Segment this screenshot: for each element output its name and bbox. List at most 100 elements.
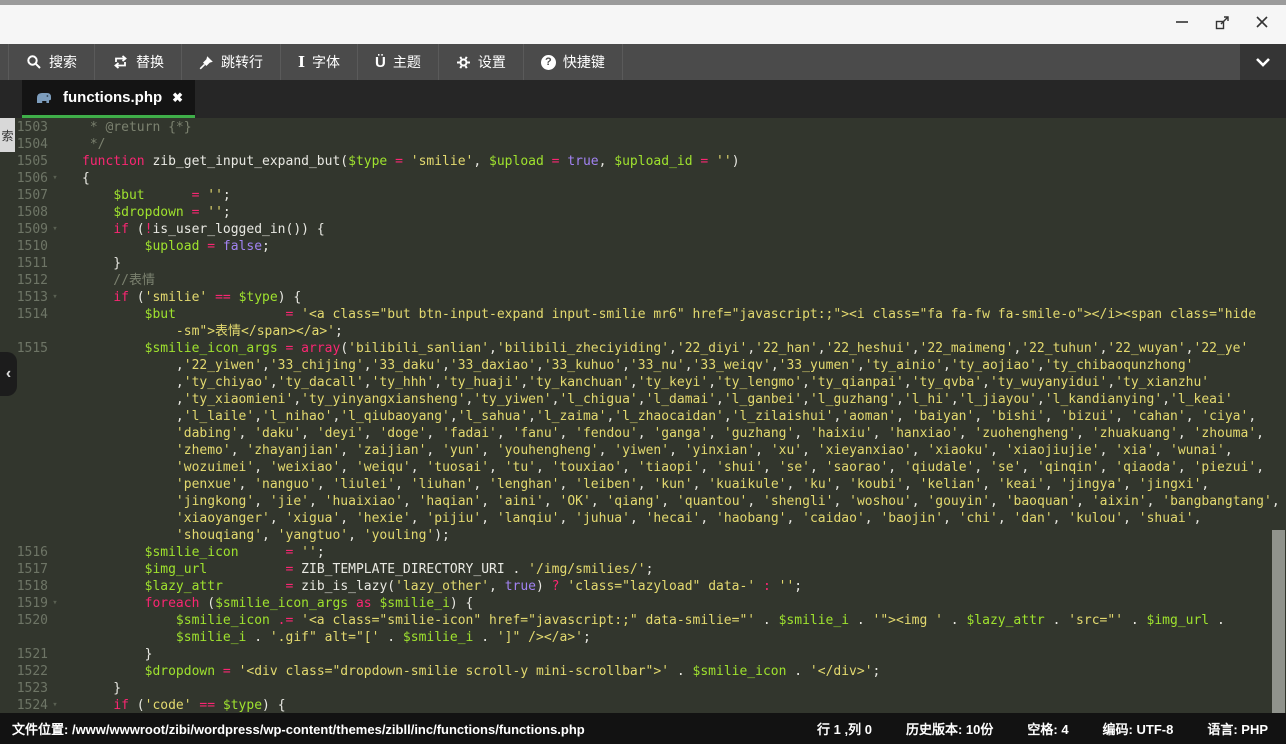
code-token: 'yinxian' <box>685 443 755 458</box>
font-button[interactable]: I 字体 <box>281 44 358 80</box>
code-editor[interactable]: 1503 * @return {*}1504 */1505function zi… <box>0 118 1286 713</box>
line-number[interactable]: 1516 <box>0 544 48 561</box>
collapsed-panel-tab[interactable]: 索 <box>0 118 15 152</box>
line-number[interactable]: 1520 <box>0 612 48 629</box>
line-number[interactable]: 1524 <box>0 697 48 713</box>
line-number[interactable]: 1514 <box>0 306 48 323</box>
minimize-button[interactable] <box>1174 14 1190 30</box>
fold-icon[interactable]: ▾ <box>48 697 62 713</box>
code-token: '' <box>207 188 223 203</box>
line-number[interactable] <box>0 476 48 493</box>
code-line: 'penxue', 'nanguo', 'liulei', 'liuhan', … <box>0 476 1286 493</box>
toolbar-overflow-button[interactable] <box>1240 44 1286 80</box>
code-line: 'wozuimei', 'weixiao', 'weiqu', 'tuosai'… <box>0 459 1286 476</box>
line-number[interactable]: 1508 <box>0 204 48 221</box>
code-token: 'ty_yinyangxiansheng' <box>301 392 465 407</box>
line-number[interactable]: 1511 <box>0 255 48 272</box>
line-number[interactable]: 1505 <box>0 153 48 170</box>
maximize-button[interactable] <box>1214 14 1230 30</box>
history-versions[interactable]: 历史版本: 10份 <box>906 719 993 738</box>
close-window-button[interactable] <box>1254 14 1270 30</box>
line-number[interactable]: 1523 <box>0 680 48 697</box>
goto-line-button[interactable]: 跳转行 <box>182 44 281 80</box>
code-text: 'wozuimei', 'weixiao', 'weiqu', 'tuosai'… <box>62 459 1264 476</box>
settings-button[interactable]: 设置 <box>439 44 524 80</box>
code-token: , <box>622 358 630 373</box>
cursor-position[interactable]: 行 1 ,列 0 <box>817 719 872 738</box>
code-token: 'ku' <box>802 477 833 492</box>
line-number[interactable]: 1512 <box>0 272 48 289</box>
code-token: $type <box>239 290 278 305</box>
line-number[interactable] <box>0 629 48 646</box>
code-token: , <box>239 477 255 492</box>
code-token: ']" /></a>' <box>497 630 583 645</box>
code-token: , <box>833 477 849 492</box>
code-token: 'qiang' <box>606 494 661 509</box>
code-token: 'liulei' <box>332 477 395 492</box>
code-token: , <box>599 443 615 458</box>
code-token: 'xu' <box>771 443 802 458</box>
code-token: $img_url <box>1147 613 1210 628</box>
code-token: '' <box>716 154 732 169</box>
line-number[interactable]: 1510 <box>0 238 48 255</box>
code-token: 'ty_chibaoqunzhong' <box>1045 358 1194 373</box>
replace-button[interactable]: 替换 <box>95 44 182 80</box>
code-token: 'zhuakuang' <box>1092 426 1178 441</box>
code-token: 'xiaojiujie' <box>1006 443 1100 458</box>
line-number[interactable] <box>0 527 48 544</box>
code-line: 1506▾{ <box>0 170 1286 187</box>
code-token: 'keai' <box>998 477 1045 492</box>
line-number[interactable]: 1513 <box>0 289 48 306</box>
line-number[interactable] <box>0 510 48 527</box>
search-button[interactable]: 搜索 <box>8 44 95 80</box>
line-number[interactable]: 1506 <box>0 170 48 187</box>
line-number[interactable]: 1522 <box>0 663 48 680</box>
settings-icon <box>456 55 471 70</box>
code-token: $smilie_i <box>403 630 473 645</box>
font-icon: I <box>298 53 305 71</box>
line-number[interactable] <box>0 459 48 476</box>
line-number[interactable] <box>0 323 48 340</box>
vertical-scrollbar[interactable] <box>1272 530 1285 713</box>
theme-button[interactable]: Ü 主题 <box>358 44 439 80</box>
code-token: $smilie_icon_args <box>145 341 278 356</box>
line-number[interactable]: 1519 <box>0 595 48 612</box>
line-number[interactable] <box>0 493 48 510</box>
code-token: , <box>1123 477 1139 492</box>
indent-spaces[interactable]: 空格: 4 <box>1027 719 1068 738</box>
line-number[interactable]: 1507 <box>0 187 48 204</box>
line-number[interactable]: 1521 <box>0 646 48 663</box>
code-token: '<a class="but btn-input-expand input-sm… <box>301 307 1256 322</box>
code-token <box>82 222 113 237</box>
code-token: = <box>278 341 301 356</box>
line-number[interactable] <box>0 442 48 459</box>
line-number[interactable]: 1518 <box>0 578 48 595</box>
code-token: . <box>246 630 269 645</box>
code-token: , <box>622 460 638 475</box>
code-token: 'guzhang' <box>724 426 794 441</box>
tab-close-icon[interactable]: ✖ <box>172 90 183 106</box>
fold-icon[interactable]: ▾ <box>48 170 62 187</box>
encoding[interactable]: 编码: UTF-8 <box>1103 719 1174 738</box>
code-token: '22_diyi' <box>677 341 747 356</box>
code-token: , <box>716 392 724 407</box>
code-token: , <box>951 392 959 407</box>
fold-icon[interactable]: ▾ <box>48 289 62 306</box>
line-number[interactable]: 1509 <box>0 221 48 238</box>
tab-functions-php[interactable]: functions.php ✖ <box>22 80 195 118</box>
shortcuts-button[interactable]: ? 快捷键 <box>524 44 623 80</box>
code-token: 'lenghan' <box>489 477 559 492</box>
panel-collapse-handle[interactable]: ‹ <box>0 352 17 396</box>
tab-bar: functions.php ✖ <box>0 80 1286 118</box>
line-number[interactable] <box>0 425 48 442</box>
code-token: , <box>1037 392 1045 407</box>
line-number[interactable]: 1517 <box>0 561 48 578</box>
code-token: 'l_chigua' <box>559 392 637 407</box>
code-token: 'l_jiayou' <box>959 392 1037 407</box>
language-mode[interactable]: 语言: PHP <box>1207 719 1268 738</box>
fold-icon[interactable]: ▾ <box>48 221 62 238</box>
fold-icon[interactable]: ▾ <box>48 595 62 612</box>
code-token: $upload <box>145 239 200 254</box>
code-token: , <box>497 426 513 441</box>
line-number[interactable] <box>0 408 48 425</box>
